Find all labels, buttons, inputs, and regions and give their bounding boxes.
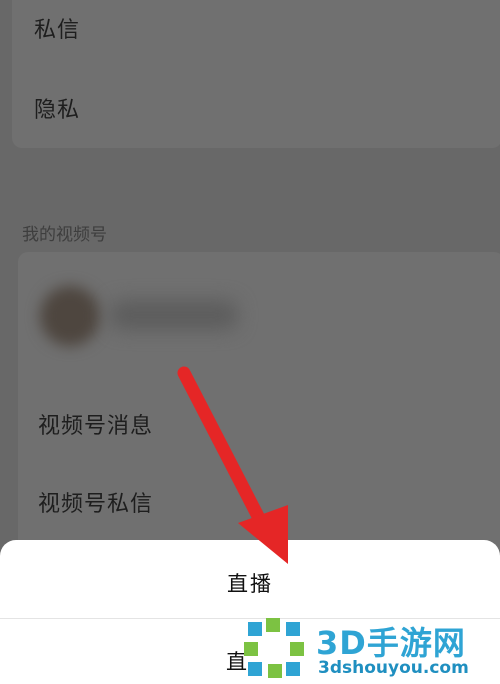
red-arrow-annotation: [177, 366, 288, 564]
watermark-url: 3dshouyou.com: [318, 658, 469, 678]
arrow-shaft: [177, 366, 269, 531]
watermark-logo-icon: [244, 618, 304, 678]
watermark: 3D手游网 3dshouyou.com: [242, 606, 500, 684]
